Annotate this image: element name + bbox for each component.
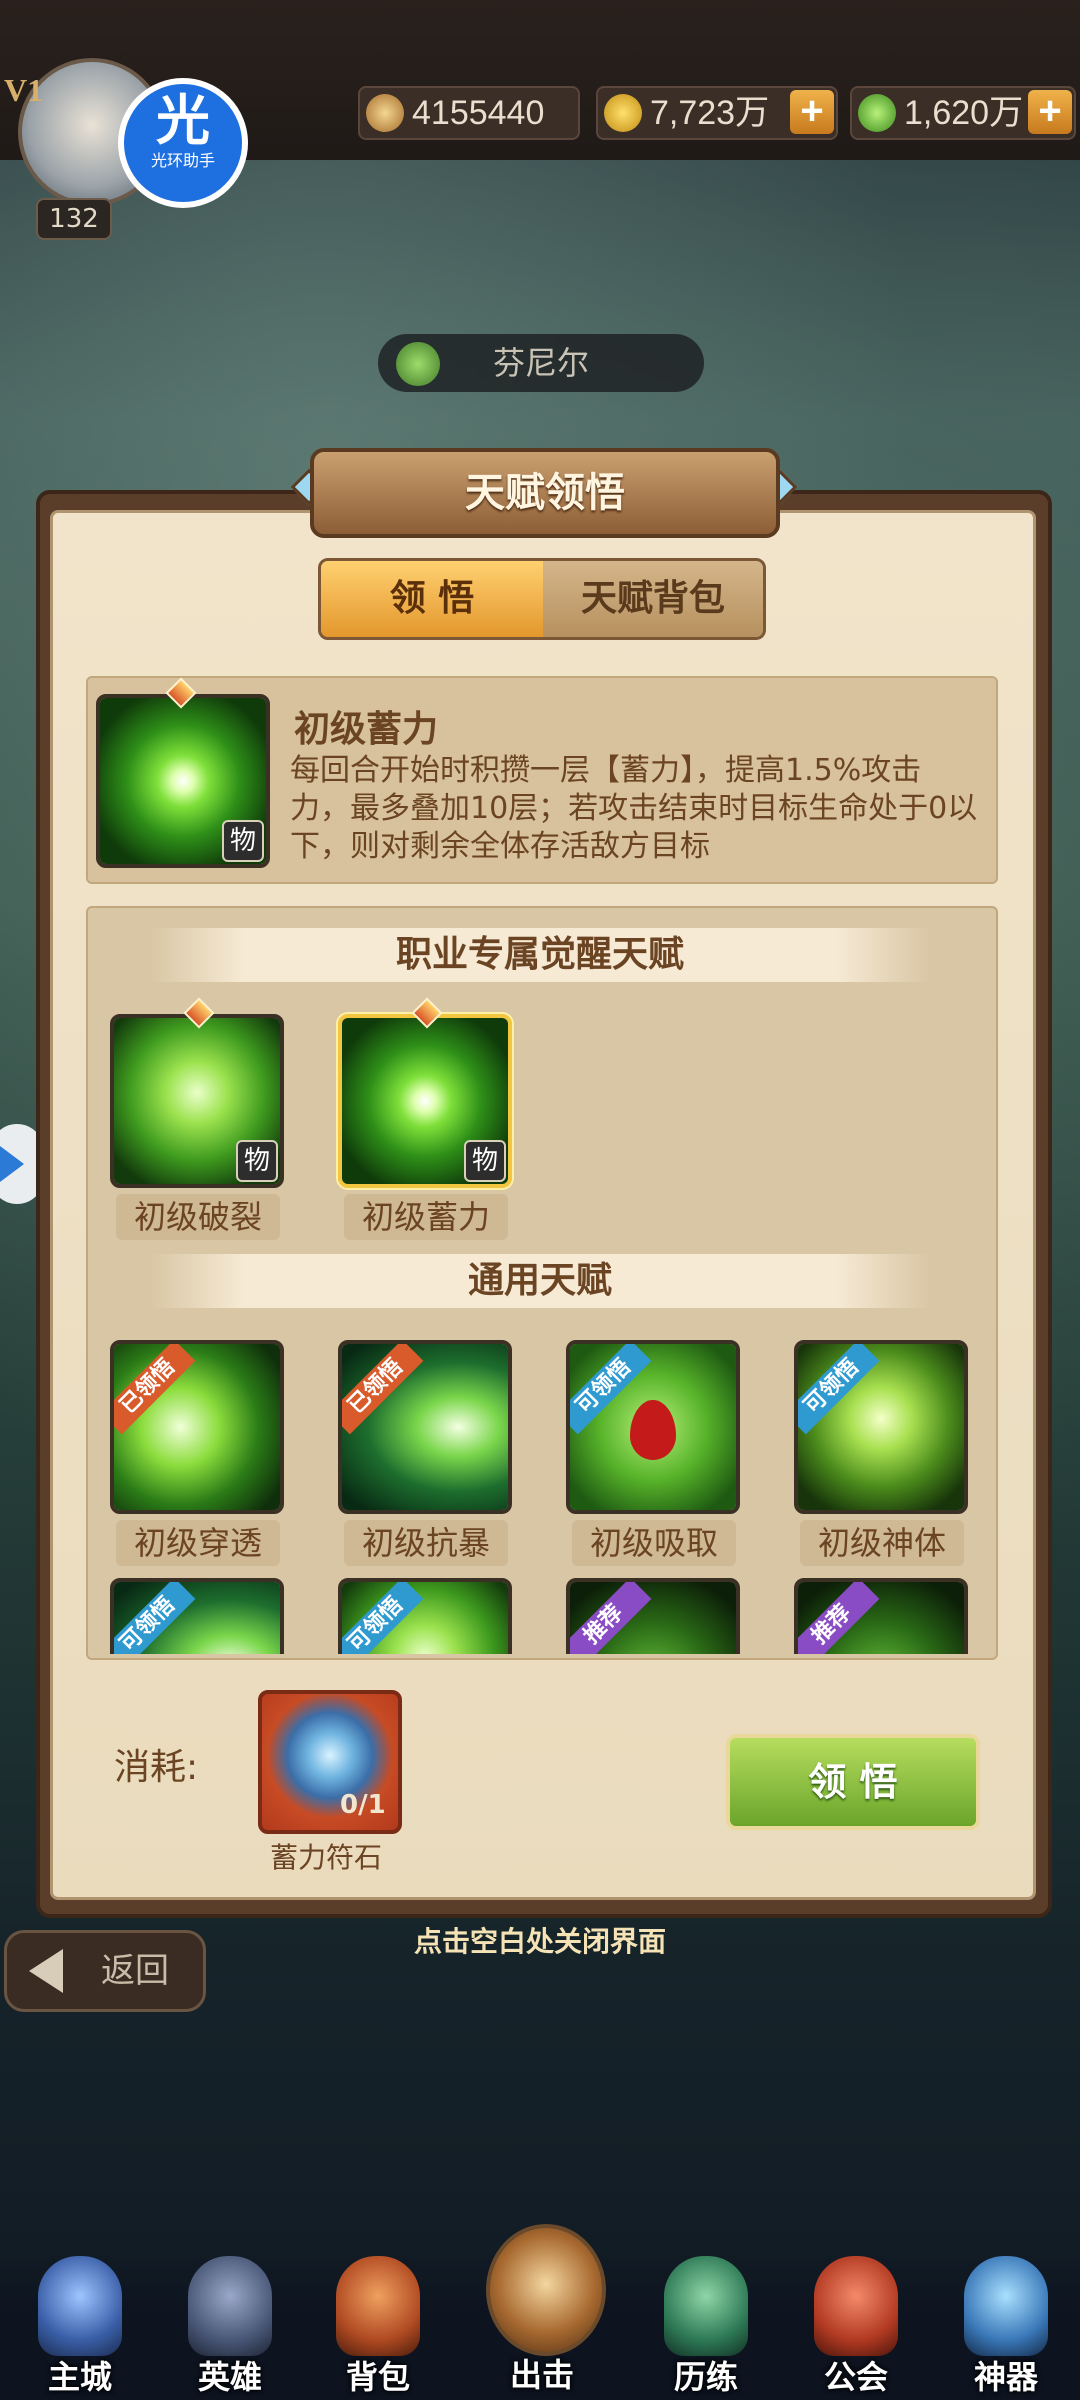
- talent-item[interactable]: 物: [110, 1014, 284, 1188]
- crossed-swords-icon: [366, 94, 404, 132]
- castle-icon: [38, 2256, 122, 2356]
- crossed-swords-icon: [486, 2224, 606, 2356]
- talent-item-label: 初级蓄力: [344, 1194, 508, 1240]
- dialog-title: 天赋领悟: [310, 448, 780, 538]
- arrow-right-icon: [0, 1146, 24, 1182]
- nav-item-backpack[interactable]: 背包: [318, 2256, 438, 2400]
- selected-talent-description: 每回合开始时积攒一层【蓄力】，提高1.5%攻击力，最多叠加10层；若攻击结束时目…: [290, 753, 978, 864]
- hero-class-icon: [396, 342, 440, 386]
- assistant-logo-char: 光: [156, 89, 210, 152]
- talent-item[interactable]: 已领悟: [110, 1340, 284, 1514]
- hero-name: 芬尼尔: [492, 344, 589, 382]
- divine-body-icon: [798, 1344, 964, 1510]
- gold-value: 7,723万: [650, 94, 770, 132]
- nav-item-training[interactable]: 历练: [646, 2256, 766, 2400]
- talent-item-label: 初级神体: [800, 1520, 964, 1566]
- nav-label: 背包: [345, 2358, 410, 2396]
- assistant-button[interactable]: 光 光环助手: [118, 78, 248, 208]
- power-display: 4155440: [358, 86, 580, 140]
- talent-item[interactable]: 可领悟: [110, 1578, 284, 1654]
- tab-talent-bag[interactable]: 天赋背包: [543, 561, 763, 637]
- talent-item[interactable]: 可领悟: [566, 1340, 740, 1514]
- comprehend-button[interactable]: 领 悟: [726, 1734, 980, 1830]
- nav-label: 出击: [509, 2356, 574, 2394]
- talent-item-label: 初级抗暴: [344, 1520, 508, 1566]
- back-label: 返回: [101, 1951, 169, 1991]
- talent-item-label: 初级吸取: [572, 1520, 736, 1566]
- back-button[interactable]: 返回: [4, 1930, 206, 2012]
- talent-item-selected[interactable]: 物: [338, 1014, 512, 1188]
- physical-tag: 物: [222, 820, 264, 862]
- potion-icon: [858, 94, 896, 132]
- nav-label: 英雄: [197, 2358, 262, 2396]
- cost-count: 0/1: [340, 1790, 386, 1820]
- nav-label: 历练: [673, 2358, 738, 2396]
- power-value: 4155440: [412, 94, 545, 132]
- nav-label: 神器: [973, 2358, 1038, 2396]
- physical-tag: 物: [236, 1140, 278, 1182]
- talent-item[interactable]: 推荐: [794, 1578, 968, 1654]
- nav-item-artifact[interactable]: 神器: [946, 2256, 1066, 2400]
- talent-item-label: 初级破裂: [116, 1194, 280, 1240]
- gold-display: 7,723万 +: [596, 86, 838, 140]
- talent-item[interactable]: 可领悟: [794, 1340, 968, 1514]
- talent-item-label: 初级穿透: [116, 1520, 280, 1566]
- talent-item[interactable]: 可领悟: [338, 1578, 512, 1654]
- add-elixir-button[interactable]: +: [1028, 90, 1072, 134]
- nav-item-guild[interactable]: 公会: [796, 2256, 916, 2400]
- training-icon: [664, 2256, 748, 2356]
- section-title-exclusive: 职业专属觉醒天赋: [150, 928, 930, 982]
- selected-talent-icon: 物: [96, 694, 270, 868]
- back-arrow-icon: [29, 1949, 63, 1993]
- nav-item-heroes[interactable]: 英雄: [170, 2256, 290, 2400]
- assistant-label: 光环助手: [150, 151, 215, 170]
- talent-item[interactable]: 推荐: [566, 1578, 740, 1654]
- artifact-icon: [964, 2256, 1048, 2356]
- guild-icon: [814, 2256, 898, 2356]
- section-title-general: 通用天赋: [150, 1254, 930, 1308]
- backpack-icon: [336, 2256, 420, 2356]
- helmet-icon: [188, 2256, 272, 2356]
- tab-comprehend[interactable]: 领 悟: [321, 561, 543, 637]
- nav-label: 主城: [47, 2358, 112, 2396]
- nav-item-battle[interactable]: 出击: [480, 2224, 606, 2394]
- vip-label: V1: [4, 72, 44, 108]
- cost-label: 消耗:: [114, 1747, 199, 1788]
- nav-label: 公会: [823, 2358, 888, 2396]
- selected-talent-name: 初级蓄力: [294, 709, 439, 750]
- dialog-tabs: 领 悟 天赋背包: [318, 558, 766, 640]
- talent-item[interactable]: 已领悟: [338, 1340, 512, 1514]
- nav-item-main-city[interactable]: 主城: [20, 2256, 140, 2400]
- physical-tag: 物: [464, 1140, 506, 1182]
- talent-row-clipped: 可领悟 可领悟 推荐 推荐: [86, 1570, 994, 1654]
- player-level-badge: 132: [36, 198, 112, 240]
- cost-item-name: 蓄力符石: [269, 1841, 382, 1874]
- elixir-value: 1,620万: [904, 94, 1024, 132]
- close-hint[interactable]: 点击空白处关闭界面: [330, 1920, 750, 1960]
- gold-coin-icon: [604, 94, 642, 132]
- hero-name-plate: 芬尼尔: [378, 334, 704, 392]
- pierce-icon: [114, 1344, 280, 1510]
- crit-resist-icon: [342, 1344, 508, 1510]
- add-gold-button[interactable]: +: [790, 90, 834, 134]
- elixir-display: 1,620万 +: [850, 86, 1076, 140]
